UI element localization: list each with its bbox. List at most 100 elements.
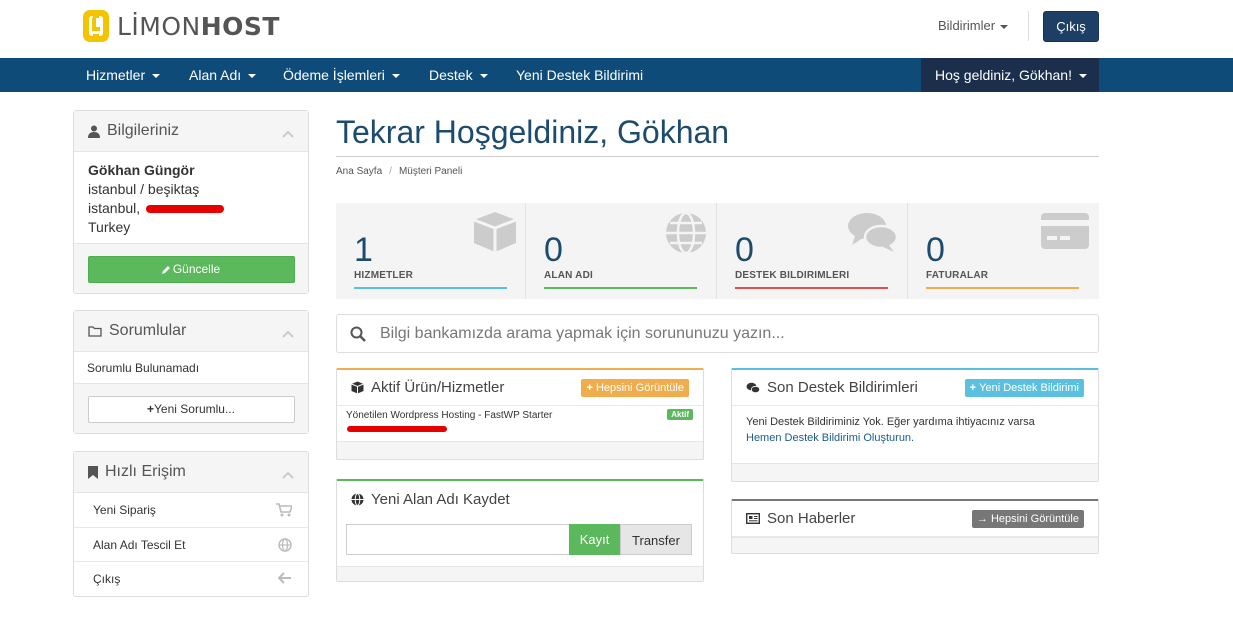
new-ticket-button[interactable]: + Yeni Destek Bildirimi [964, 379, 1084, 397]
service-name: Yönetilen Wordpress Hosting - FastWP Sta… [346, 410, 553, 421]
stat-label: FATURALAR [926, 270, 989, 281]
new-contact-button[interactable]: +Yeni Sorumlu... [87, 396, 295, 423]
brand-logo[interactable]: LİMONHOST [81, 8, 280, 44]
view-all-services-button[interactable]: + Hepsini Görüntüle [581, 379, 689, 397]
caret-down-icon [152, 74, 161, 79]
quick-access-header[interactable]: Hızlı Erişim [74, 452, 308, 493]
recent-tickets-title: Son Destek Bildirimleri [767, 379, 918, 396]
new-contact-label: Yeni Sorumlu... [154, 402, 235, 416]
breadcrumb: Ana Sayfa / Müşteri Paneli [336, 166, 462, 177]
register-domain-footer [337, 566, 703, 581]
comments-icon [847, 211, 899, 256]
notifications-label: Bildirimler [938, 18, 996, 33]
knowledgebase-search-input[interactable]: Bilgi bankamızda arama yapmak için sorun… [336, 314, 1099, 353]
plus-icon: + [969, 382, 980, 394]
nav-item-domains[interactable]: Alan Adı [189, 58, 257, 92]
active-services-card: Aktif Ürün/Hizmetler + Hepsini Görüntüle… [336, 368, 704, 460]
stat-domains[interactable]: 0 ALAN ADI [526, 203, 716, 299]
contacts-panel-title: Sorumlular [109, 322, 187, 339]
stat-label: HIZMETLER [354, 270, 414, 281]
create-ticket-link[interactable]: Hemen Destek Bildirimi Oluşturun. [746, 430, 1084, 446]
info-panel-body: Gökhan Güngör istanbul / beşiktaş istanb… [74, 152, 308, 243]
top-header: LİMONHOST Bildirimler Çıkış [0, 0, 1233, 58]
plus-icon: + [147, 402, 155, 416]
quick-link-register-domain[interactable]: Alan Adı Tescil Et [74, 527, 308, 561]
caret-down-icon [1078, 74, 1087, 79]
service-status-badge: Aktif [667, 409, 693, 420]
credit-card-icon [1040, 211, 1090, 254]
cart-icon [276, 503, 294, 520]
quick-link-label: Alan Adı Tescil Et [93, 537, 186, 552]
pencil-icon [161, 262, 173, 276]
redaction-mark [347, 426, 447, 432]
chevron-up-icon[interactable] [282, 125, 294, 143]
info-panel-title: Bilgileriniz [107, 122, 180, 139]
nav-item-support[interactable]: Destek [429, 58, 488, 92]
nav-item-new-ticket[interactable]: Yeni Destek Bildirimi [516, 58, 643, 92]
chevron-up-icon[interactable] [282, 466, 294, 484]
service-row[interactable]: Yönetilen Wordpress Hosting - FastWP Sta… [337, 406, 703, 436]
contacts-panel: Sorumlular Sorumlu Bulunamadı +Yeni Soru… [73, 310, 309, 434]
breadcrumb-separator: / [389, 166, 392, 177]
globe-icon [351, 492, 364, 506]
breadcrumb-home[interactable]: Ana Sayfa [336, 166, 382, 177]
globe-icon [664, 211, 708, 258]
domain-transfer-button[interactable]: Transfer [620, 524, 692, 555]
domain-input[interactable] [346, 524, 570, 555]
customer-address-line2: istanbul, [88, 200, 141, 216]
tickets-empty-message: Yeni Destek Bildiriminiz Yok. Eğer yardı… [732, 406, 1098, 446]
recent-tickets-header: Son Destek Bildirimleri + Yeni Destek Bi… [732, 370, 1098, 406]
view-all-news-button[interactable]: → Hepsini Görüntüle [971, 510, 1084, 528]
stat-accent-bar [354, 287, 507, 289]
header-divider [1028, 11, 1029, 41]
domain-register-button[interactable]: Kayıt [569, 524, 620, 555]
stat-label: DESTEK BILDIRIMLERI [735, 270, 850, 281]
active-services-title: Aktif Ürün/Hizmetler [371, 379, 505, 396]
welcome-label: Hoş geldiniz, Gökhan! [935, 67, 1072, 83]
plus-icon: + [586, 382, 596, 394]
account-menu[interactable]: Hoş geldiniz, Gökhan! [921, 58, 1099, 92]
nav-label: Destek [429, 67, 473, 83]
recent-tickets-card: Son Destek Bildirimleri + Yeni Destek Bi… [731, 368, 1099, 482]
new-ticket-label: Yeni Destek Bildirimi [979, 382, 1079, 394]
quick-link-logout[interactable]: Çıkış [74, 561, 308, 595]
nav-label: Hizmetler [86, 67, 146, 83]
stat-value: 0 [735, 231, 754, 269]
brand-name-light: LİMON [117, 11, 201, 41]
customer-name: Gökhan Güngör [88, 162, 195, 178]
stat-value: 0 [926, 231, 945, 269]
nav-item-services[interactable]: Hizmetler [86, 58, 161, 92]
folder-icon [88, 325, 102, 337]
stat-invoices[interactable]: 0 FATURALAR [908, 203, 1098, 299]
active-services-footer [337, 441, 703, 459]
user-icon [88, 125, 100, 138]
comments-icon [746, 382, 760, 394]
caret-down-icon [248, 74, 257, 79]
chevron-up-icon[interactable] [282, 325, 294, 343]
notifications-dropdown[interactable]: Bildirimler [938, 18, 1009, 33]
stat-accent-bar [735, 287, 888, 289]
brand-name-bold: HOST [200, 11, 280, 41]
info-panel-footer: Güncelle [74, 243, 308, 293]
stat-tickets[interactable]: 0 DESTEK BILDIRIMLERI [717, 203, 907, 299]
newspaper-icon [746, 513, 760, 524]
quick-link-label: Çıkış [93, 571, 121, 586]
quick-link-new-order[interactable]: Yeni Sipariş [74, 493, 308, 527]
contacts-panel-header[interactable]: Sorumlular [74, 311, 308, 352]
stat-value: 0 [544, 231, 563, 269]
tickets-empty-text: Yeni Destek Bildiriminiz Yok. Eğer yardı… [746, 416, 1035, 428]
stat-services[interactable]: 1 HIZMETLER [336, 203, 526, 299]
logout-button[interactable]: Çıkış [1043, 11, 1099, 42]
nav-item-billing[interactable]: Ödeme İşlemleri [283, 58, 400, 92]
globe-icon [278, 538, 292, 555]
view-all-label: Hepsini Görüntüle [990, 513, 1079, 525]
arrow-left-icon [277, 572, 292, 587]
info-panel-header[interactable]: Bilgileriniz [74, 111, 308, 152]
search-icon [350, 326, 366, 342]
page-title: Tekrar Hoşgeldiniz, Gökhan [336, 114, 730, 150]
news-footer [732, 537, 1098, 553]
caret-down-icon [391, 74, 400, 79]
news-title: Son Haberler [767, 510, 856, 527]
logo-mark-icon [81, 8, 111, 44]
update-profile-button[interactable]: Güncelle [87, 256, 295, 283]
